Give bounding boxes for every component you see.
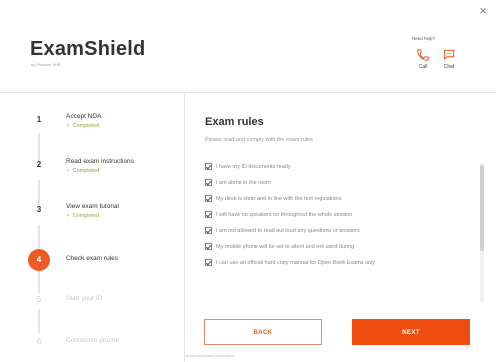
- step-status-label: Completed: [72, 123, 100, 129]
- step-status: ✓ Completed: [66, 168, 99, 174]
- scrollbar-thumb[interactable]: [480, 165, 484, 251]
- rule-text: I will have no speakers on throughout th…: [216, 212, 353, 218]
- rule-text: My mobile phone will be set to silent an…: [216, 244, 355, 250]
- chat-icon: [443, 49, 455, 60]
- step-check-rules: 4 Check exam rules: [28, 249, 178, 275]
- steps-sidebar: 1 Accept NDA ✓ Completed 2 Read exam inst…: [0, 93, 184, 362]
- step-read-instructions: 2 Read exam instructions ✓ Completed: [28, 158, 178, 182]
- rule-checkbox[interactable]: [205, 179, 212, 186]
- app-window: × ExamShield by Pearson VUE Need help? C…: [0, 0, 496, 362]
- call-label: Call: [418, 64, 428, 70]
- check-icon: ✓: [66, 123, 71, 129]
- step-start-id: 5 Start your ID: [28, 293, 178, 317]
- step-title: Connect to proctor: [66, 337, 120, 344]
- rules-scrollbar[interactable]: [480, 163, 484, 303]
- rule-checkbox[interactable]: [205, 163, 212, 170]
- step-number: 2: [36, 160, 42, 169]
- page-subtitle: Please read and comply with the exam rul…: [205, 137, 313, 143]
- step-connect-proctor: 6 Connect to proctor: [28, 335, 178, 359]
- rule-text: My desk is clear and in line with the te…: [216, 196, 342, 202]
- rule-checkbox[interactable]: [205, 259, 212, 266]
- step-title: Read exam instructions: [66, 158, 134, 165]
- header: ExamShield by Pearson VUE Need help? Cal…: [0, 18, 496, 92]
- phone-icon: [417, 49, 429, 61]
- rule-checkbox[interactable]: [205, 227, 212, 234]
- main-panel: Exam rules Please read and comply with t…: [185, 93, 496, 362]
- rule-checkbox[interactable]: [205, 211, 212, 218]
- rule-text: I can use an official hard copy manual f…: [216, 260, 376, 266]
- step-view-tutorial: 3 View exam tutorial ✓ Completed: [28, 203, 178, 227]
- help-title: Need help?: [412, 36, 436, 41]
- footer-text[interactable]: Version and privacy information: [185, 354, 234, 358]
- step-title: Check exam rules: [66, 255, 119, 262]
- call-button[interactable]: Call: [410, 48, 436, 82]
- step-status-label: Completed: [72, 213, 100, 219]
- active-step-badge: 4: [28, 249, 50, 271]
- rule-checkbox[interactable]: [205, 243, 212, 250]
- step-title: Accept NDA: [66, 113, 102, 120]
- step-title: View exam tutorial: [66, 203, 119, 210]
- rule-text: I have my ID documents ready: [216, 164, 291, 170]
- rule-text: I am alone in the room: [216, 180, 271, 186]
- app-logo: ExamShield: [30, 38, 146, 60]
- step-status-label: Completed: [72, 168, 100, 174]
- close-icon[interactable]: ×: [476, 4, 490, 18]
- page-title: Exam rules: [205, 116, 264, 128]
- step-number: 5: [36, 295, 42, 304]
- step-accept-nda: 1 Accept NDA ✓ Completed: [28, 113, 178, 137]
- rules-list: I have my ID documents ready I am alone …: [205, 163, 473, 303]
- check-icon: ✓: [66, 213, 71, 219]
- rule-text: I am not allowed to read out loud any qu…: [216, 228, 360, 234]
- logo-subtitle: by Pearson VUE: [31, 62, 61, 67]
- next-button[interactable]: NEXT: [352, 319, 470, 345]
- step-number: 6: [36, 337, 42, 346]
- step-number: 3: [36, 205, 42, 214]
- chat-label: Chat: [443, 64, 455, 70]
- step-number: 1: [36, 115, 42, 124]
- step-status: ✓ Completed: [66, 213, 99, 219]
- step-connector: [38, 225, 40, 249]
- chat-button[interactable]: Chat: [436, 48, 462, 82]
- step-connector: [38, 133, 40, 161]
- check-icon: ✓: [66, 168, 71, 174]
- step-status: ✓ Completed: [66, 123, 99, 129]
- rule-checkbox[interactable]: [205, 195, 212, 202]
- back-button[interactable]: BACK: [204, 319, 322, 345]
- step-title: Start your ID: [66, 295, 103, 302]
